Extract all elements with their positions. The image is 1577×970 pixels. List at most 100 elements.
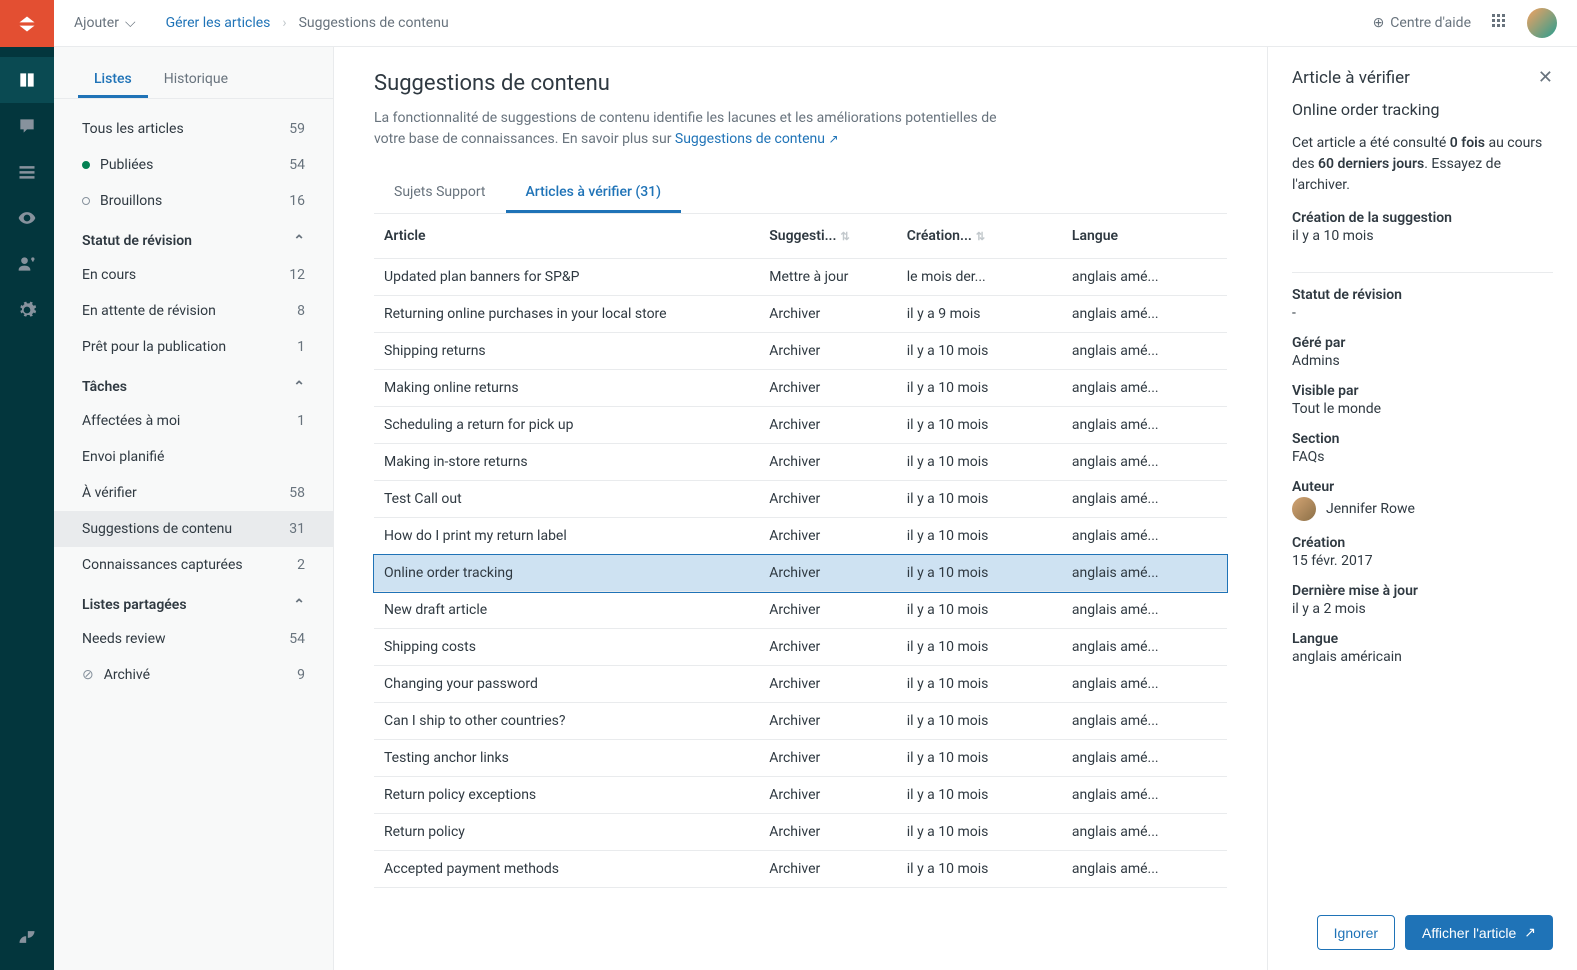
sidebar-item-drafts[interactable]: Brouillons 16 [54,183,333,219]
sidebar-item-verify[interactable]: À vérifier 58 [54,475,333,511]
tab-history[interactable]: Historique [148,63,244,98]
table-row[interactable]: New draft articleArchiveril y a 10 moisa… [374,592,1227,629]
nav-settings-icon[interactable] [0,287,54,333]
sidebar-item-assigned[interactable]: Affectées à moi 1 [54,403,333,439]
sidebar-header-shared[interactable]: Listes partagées ⌃ [54,583,333,621]
tab-lists[interactable]: Listes [78,63,148,98]
table-cell-date: le mois der... [897,259,1062,296]
nav-guide-icon[interactable] [0,57,54,103]
show-article-button[interactable]: Afficher l'article ↗ [1405,915,1553,950]
left-rail [0,0,54,970]
table-cell-lang: anglais amé... [1062,518,1227,555]
table-cell-sugg: Archiver [759,518,897,555]
table-cell-article: Return policy exceptions [374,777,759,814]
chevron-up-icon: ⌃ [293,233,305,249]
apps-grid-icon[interactable] [1491,13,1507,33]
sidebar-item-count: 58 [289,485,305,501]
tab-articles-verify[interactable]: Articles à vérifier (31) [506,174,682,213]
sidebar-item-count: 54 [289,631,305,647]
ignore-button[interactable]: Ignorer [1317,915,1395,950]
table-cell-sugg: Archiver [759,629,897,666]
col-header-suggestion[interactable]: Suggesti...⇅ [759,214,897,259]
sidebar-item-in-progress[interactable]: En cours 12 [54,257,333,293]
table-cell-sugg: Archiver [759,481,897,518]
nav-eye-icon[interactable] [0,195,54,241]
table-row[interactable]: Return policyArchiveril y a 10 moisangla… [374,814,1227,851]
nav-arrange-icon[interactable] [0,149,54,195]
table-row[interactable]: Testing anchor linksArchiveril y a 10 mo… [374,740,1227,777]
table-cell-date: il y a 10 mois [897,518,1062,555]
table-row[interactable]: How do I print my return labelArchiveril… [374,518,1227,555]
sidebar-item-awaiting[interactable]: En attente de révision 8 [54,293,333,329]
tab-support-topics[interactable]: Sujets Support [374,174,506,213]
table-row[interactable]: Can I ship to other countries?Archiveril… [374,703,1227,740]
zendesk-logo-icon[interactable] [0,914,54,960]
sidebar-item-suggestions[interactable]: Suggestions de contenu 31 [54,511,333,547]
sidebar-item-count: 1 [297,413,305,429]
table-cell-lang: anglais amé... [1062,777,1227,814]
sidebar-header-label: Tâches [82,379,127,395]
table-row[interactable]: Accepted payment methodsArchiveril y a 1… [374,851,1227,888]
help-center-link[interactable]: ⊕ Centre d'aide [1373,15,1471,31]
table-row[interactable]: Shipping returnsArchiveril y a 10 moisan… [374,333,1227,370]
topbar: Ajouter ⌵ Gérer les articles › Suggestio… [54,0,1577,47]
sidebar-item-all-articles[interactable]: Tous les articles 59 [54,111,333,147]
detail-section-key: Section [1292,431,1553,447]
sidebar-header-review[interactable]: Statut de révision ⌃ [54,219,333,257]
sidebar-header-tasks[interactable]: Tâches ⌃ [54,365,333,403]
nav-moderate-icon[interactable] [0,103,54,149]
table-cell-lang: anglais amé... [1062,333,1227,370]
sidebar-item-scheduled[interactable]: Envoi planifié [54,439,333,475]
detail-created-key: Création [1292,535,1553,551]
detail-managed-key: Géré par [1292,335,1553,351]
table-row[interactable]: Shipping costsArchiveril y a 10 moisangl… [374,629,1227,666]
brand-logo[interactable] [0,0,54,47]
table-cell-date: il y a 10 mois [897,592,1062,629]
table-cell-article: Changing your password [374,666,759,703]
chevron-up-icon: ⌃ [293,379,305,395]
user-avatar[interactable] [1527,8,1557,38]
table-row[interactable]: Updated plan banners for SP&PMettre à jo… [374,259,1227,296]
table-row[interactable]: Making online returnsArchiveril y a 10 m… [374,370,1227,407]
table-cell-date: il y a 9 mois [897,296,1062,333]
sidebar-item-archived[interactable]: ⊘ Archivé 9 [54,657,333,693]
sidebar-item-count: 2 [297,557,305,573]
sidebar-item-count: 12 [289,267,305,283]
sidebar-item-needs-review[interactable]: Needs review 54 [54,621,333,657]
lifebuoy-icon: ⊕ [1373,15,1385,31]
sidebar-item-label: En cours [82,267,289,283]
col-header-language[interactable]: Langue [1062,214,1227,259]
table-cell-date: il y a 10 mois [897,444,1062,481]
sidebar-item-ready[interactable]: Prêt pour la publication 1 [54,329,333,365]
sidebar-item-count: 8 [297,303,305,319]
table-row[interactable]: Test Call outArchiveril y a 10 moisangla… [374,481,1227,518]
external-link-icon: ↗ [828,132,838,146]
table-row[interactable]: Online order trackingArchiveril y a 10 m… [374,555,1227,592]
table-row[interactable]: Scheduling a return for pick upArchiveri… [374,407,1227,444]
table-cell-article: New draft article [374,592,759,629]
close-icon[interactable]: ✕ [1538,67,1553,88]
table-row[interactable]: Changing your passwordArchiveril y a 10 … [374,666,1227,703]
nav-users-icon[interactable] [0,241,54,287]
table-cell-date: il y a 10 mois [897,370,1062,407]
add-dropdown[interactable]: Ajouter ⌵ [74,15,136,31]
table-row[interactable]: Return policy exceptionsArchiveril y a 1… [374,777,1227,814]
table-cell-date: il y a 10 mois [897,555,1062,592]
col-header-article[interactable]: Article [374,214,759,259]
sidebar-item-captured[interactable]: Connaissances capturées 2 [54,547,333,583]
table-row[interactable]: Returning online purchases in your local… [374,296,1227,333]
table-row[interactable]: Making in-store returnsArchiveril y a 10… [374,444,1227,481]
table-cell-sugg: Archiver [759,703,897,740]
breadcrumb-link[interactable]: Gérer les articles [166,15,271,31]
table-cell-article: Shipping returns [374,333,759,370]
table-cell-date: il y a 10 mois [897,814,1062,851]
table-cell-lang: anglais amé... [1062,851,1227,888]
col-header-creation[interactable]: Création...⇅ [897,214,1062,259]
sidebar-item-count: 16 [289,193,305,209]
table-cell-sugg: Archiver [759,444,897,481]
detail-title: Online order tracking [1292,100,1553,119]
table-cell-lang: anglais amé... [1062,740,1227,777]
table-cell-sugg: Archiver [759,777,897,814]
sidebar-item-published[interactable]: Publiées 54 [54,147,333,183]
learn-more-link[interactable]: Suggestions de contenu ↗ [675,131,839,147]
